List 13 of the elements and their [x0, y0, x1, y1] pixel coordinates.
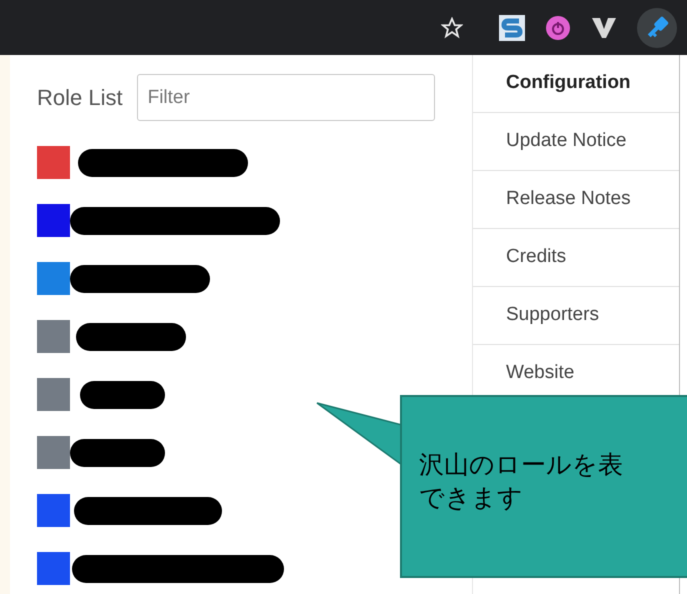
- callout-text: 沢山のロールを表 できます: [419, 450, 624, 514]
- role-list-label: Role List: [37, 84, 123, 112]
- menu-item[interactable]: Configuration: [473, 55, 679, 113]
- power-icon[interactable]: [545, 14, 571, 40]
- menu-item[interactable]: Update Notice: [473, 113, 679, 171]
- menu-item[interactable]: Supporters: [473, 287, 679, 345]
- menu-item[interactable]: Release Notes: [473, 171, 679, 229]
- s-logo-icon[interactable]: [499, 14, 525, 40]
- v-logo-icon[interactable]: [591, 16, 617, 40]
- star-icon[interactable]: [441, 16, 463, 38]
- key-icon[interactable]: [637, 8, 677, 48]
- filter-field[interactable]: Filter: [136, 74, 435, 121]
- menu-item[interactable]: Credits: [473, 229, 679, 287]
